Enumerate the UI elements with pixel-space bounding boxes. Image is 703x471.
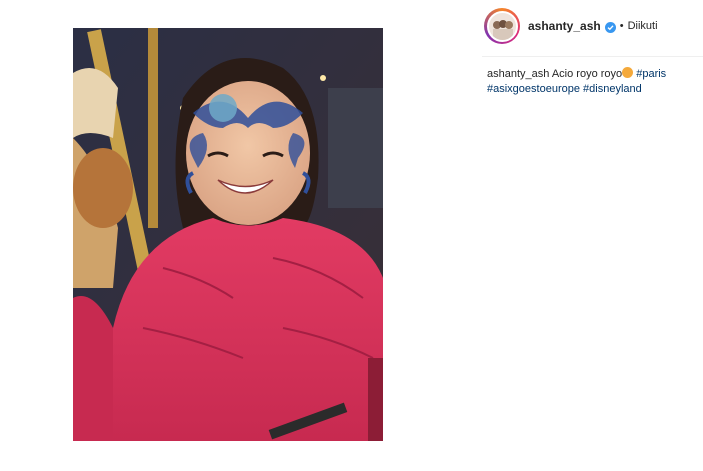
avatar-image [486,10,518,42]
post-sidebar: ashanty_ash • Diikuti ashanty_ash Acio r… [482,0,703,471]
post-photo[interactable] [73,28,383,441]
hashtag-paris[interactable]: #paris [636,68,666,80]
post-header: ashanty_ash • Diikuti [482,5,703,47]
avatar[interactable] [484,8,520,44]
heart-eyes-emoji-icon [622,67,634,78]
verified-badge-icon [604,21,616,33]
username-link[interactable]: ashanty_ash [528,19,601,33]
follow-status-button[interactable]: Diikuti [628,20,658,32]
hashtag-asixgoestoeurope[interactable]: #asixgoestoeurope [487,83,580,95]
header-divider [482,56,703,57]
caption-text: Acio royo royo [551,68,623,80]
post-caption: ashanty_ash Acio royo royo #paris #asixg… [487,66,697,97]
photo-illustration [73,28,383,441]
caption-username[interactable]: ashanty_ash [487,68,549,80]
separator-dot: • [619,20,624,32]
hashtag-disneyland[interactable]: #disneyland [583,83,642,95]
